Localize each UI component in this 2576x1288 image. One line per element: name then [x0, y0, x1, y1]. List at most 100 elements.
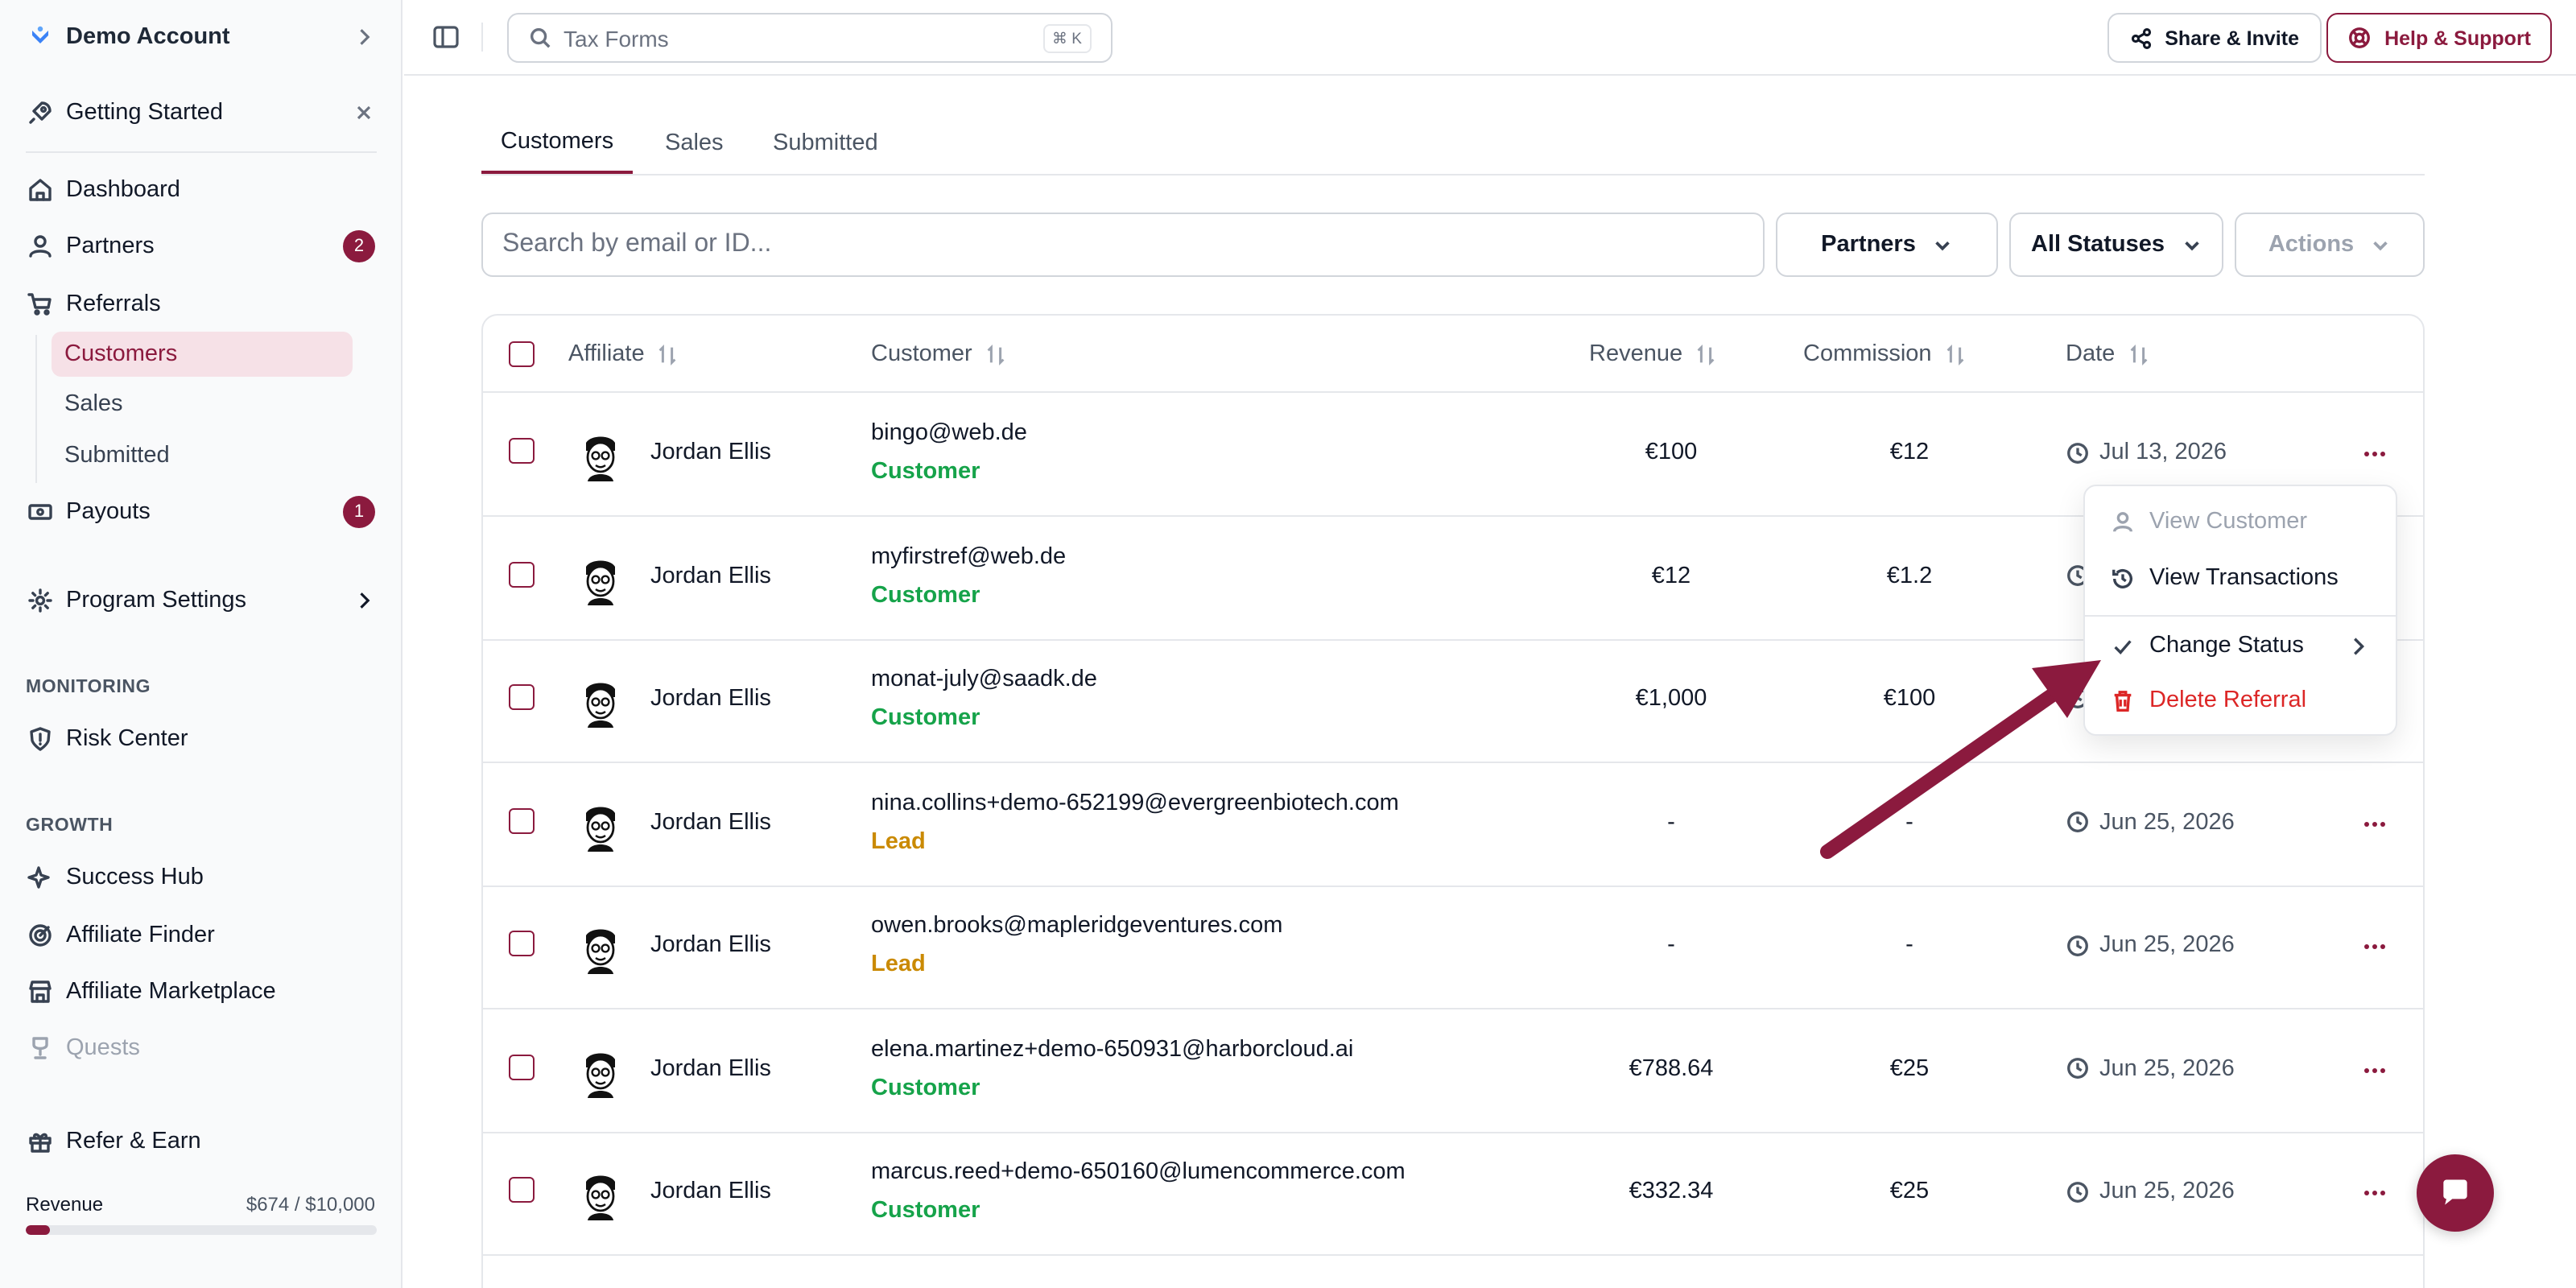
radar-icon [26, 921, 55, 950]
chat-icon [2443, 1179, 2467, 1205]
customer-email: owen.brooks@mapleridgeventures.com [871, 913, 1283, 939]
menu-view-transactions[interactable]: View Transactions [2085, 551, 2396, 605]
table-row[interactable]: Jordan Ellis marcus.reed+demo-650160@lum… [483, 1132, 2423, 1256]
sparkles-icon [26, 863, 55, 892]
share-invite-label: Share & Invite [2165, 27, 2299, 49]
divider [481, 23, 483, 52]
sidebar-item-payouts[interactable]: Payouts 1 [26, 488, 375, 536]
partners-filter[interactable]: Partners [1776, 213, 1998, 277]
close-icon[interactable] [353, 101, 375, 124]
row-actions-button[interactable] [2360, 1179, 2389, 1208]
sidebar-item-label: Risk Center [66, 726, 188, 752]
global-search-input[interactable] [564, 25, 1030, 51]
row-actions-button[interactable] [2360, 809, 2389, 838]
help-support-button[interactable]: Help & Support [2326, 13, 2552, 63]
sidebar-item-dashboard[interactable]: Dashboard [26, 166, 375, 214]
avatar [572, 550, 630, 608]
getting-started[interactable]: Getting Started [26, 89, 375, 137]
header-label: Commission [1803, 341, 1932, 367]
search-icon [530, 28, 551, 48]
row-actions-button[interactable] [2360, 1055, 2389, 1084]
gift-icon [26, 1127, 55, 1156]
row-actions-button[interactable] [2360, 932, 2389, 961]
tab-submitted[interactable]: Submitted [773, 113, 878, 174]
monitoring-heading: MONITORING [26, 678, 151, 697]
table-row[interactable]: Jordan Ellis owen.brooks@mapleridgeventu… [483, 886, 2423, 1009]
row-checkbox[interactable] [509, 807, 535, 833]
account-switcher[interactable]: Demo Account [26, 13, 375, 61]
sidebar-item-refer-earn[interactable]: Refer & Earn [26, 1117, 375, 1166]
actions-button[interactable]: Actions [2235, 213, 2425, 277]
header-date[interactable]: Date [2066, 316, 2150, 393]
header-label: Revenue [1589, 341, 1683, 367]
date-cell: Jun 25, 2026 [2066, 1055, 2235, 1081]
sidebar-item-label: Quests [66, 1035, 140, 1061]
sidebar-item-quests[interactable]: Quests [26, 1024, 375, 1072]
date-cell: Jun 25, 2026 [2066, 932, 2235, 958]
sort-icon [2129, 344, 2147, 365]
commission-cell: €25 [1889, 1055, 1930, 1081]
row-checkbox[interactable] [509, 684, 535, 710]
referral-search[interactable] [481, 213, 1765, 277]
sidebar-item-submitted[interactable]: Submitted [52, 433, 353, 478]
menu-divider [2085, 615, 2396, 617]
row-checkbox[interactable] [509, 438, 535, 464]
sidebar-item-referrals[interactable]: Referrals [26, 280, 375, 328]
tab-sales[interactable]: Sales [665, 113, 724, 174]
chevron-right-icon [2354, 637, 2365, 654]
tab-customers[interactable]: Customers [481, 113, 633, 174]
header-customer[interactable]: Customer [871, 316, 1008, 393]
revenue-cell: - [1667, 809, 1675, 835]
sidebar-item-label: Sales [64, 391, 123, 417]
menu-view-customer[interactable]: View Customer [2085, 494, 2396, 549]
header-revenue[interactable]: Revenue [1589, 316, 1718, 393]
referrals-table: Affiliate Customer Revenue Commission Da… [481, 314, 2425, 1288]
sidebar-toggle-icon[interactable] [431, 23, 460, 52]
sidebar-item-affiliate-marketplace[interactable]: Affiliate Marketplace [26, 968, 375, 1016]
customer-status: Customer [871, 582, 980, 608]
row-checkbox[interactable] [509, 1054, 535, 1080]
divider [26, 151, 377, 153]
share-icon [2131, 27, 2151, 48]
table-row[interactable]: Jordan Ellis nina.collins+demo-652199@ev… [483, 762, 2423, 886]
sort-icon [987, 344, 1005, 365]
header-affiliate[interactable]: Affiliate [568, 316, 680, 393]
sidebar-item-sales[interactable]: Sales [52, 382, 353, 427]
sidebar-item-risk-center[interactable]: Risk Center [26, 715, 375, 763]
header-commission[interactable]: Commission [1803, 316, 1967, 393]
menu-delete-referral[interactable]: Delete Referral [2085, 673, 2396, 728]
referral-search-input[interactable] [502, 230, 1726, 259]
status-filter[interactable]: All Statuses [2009, 213, 2223, 277]
commission-cell: €100 [1883, 686, 1936, 712]
clock-icon [2067, 442, 2088, 463]
affiliate-name: Jordan Ellis [650, 1055, 771, 1081]
select-all-checkbox[interactable] [509, 341, 535, 367]
customer-email: nina.collins+demo-652199@evergreenbiotec… [871, 790, 1399, 815]
row-checkbox[interactable] [509, 561, 535, 587]
sidebar-item-program-settings[interactable]: Program Settings [26, 576, 375, 625]
sidebar-item-customers[interactable]: Customers [52, 332, 353, 377]
row-actions-button[interactable] [2360, 440, 2389, 469]
rocket-icon [26, 98, 55, 127]
share-invite-button[interactable]: Share & Invite [2107, 13, 2322, 63]
row-checkbox[interactable] [509, 1177, 535, 1203]
more-horizontal-icon [2364, 821, 2385, 826]
sort-icon [659, 344, 677, 365]
chat-button[interactable] [2417, 1154, 2494, 1232]
customer-status: Customer [871, 1198, 980, 1224]
user-icon [2113, 511, 2132, 531]
row-checkbox[interactable] [509, 931, 535, 956]
header-label: Customer [871, 341, 972, 367]
menu-change-status[interactable]: Change Status [2085, 618, 2396, 673]
sidebar-item-affiliate-finder[interactable]: Affiliate Finder [26, 911, 375, 960]
chevron-right-icon [353, 589, 375, 612]
sidebar-item-label: Payouts [66, 499, 151, 525]
sidebar-item-success-hub[interactable]: Success Hub [26, 853, 375, 902]
table-row[interactable]: Jordan Ellis elena.martinez+demo-650931@… [483, 1009, 2423, 1133]
sidebar-item-partners[interactable]: Partners 2 [26, 222, 375, 270]
customer-status: Customer [871, 1075, 980, 1100]
partners-badge: 2 [343, 230, 375, 262]
check-icon [2114, 639, 2132, 654]
sidebar-item-label: Affiliate Finder [66, 923, 215, 948]
global-search[interactable]: ⌘ K [507, 13, 1113, 63]
